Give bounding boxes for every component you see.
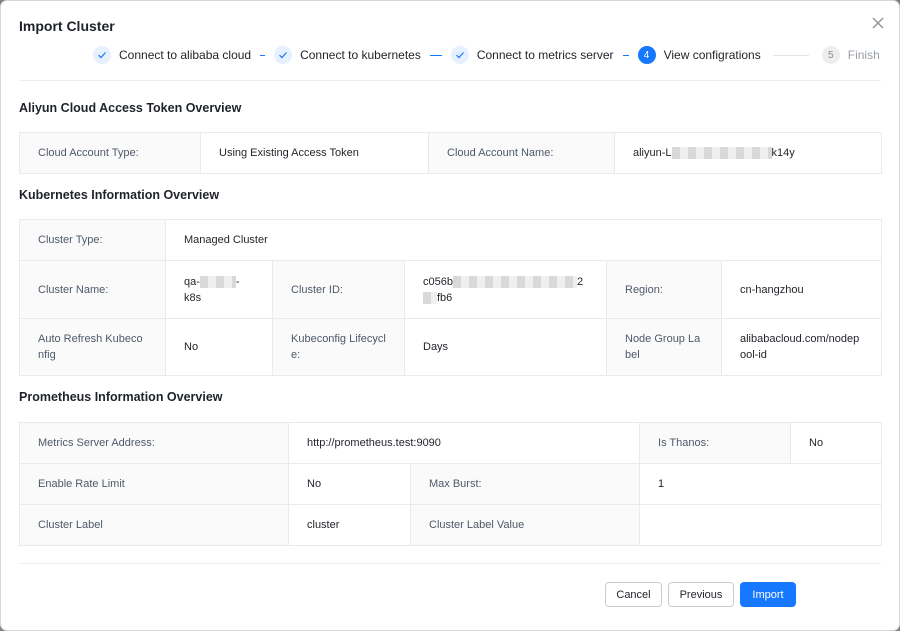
check-icon bbox=[450, 46, 469, 64]
check-icon bbox=[274, 46, 293, 64]
previous-button[interactable]: Previous bbox=[668, 582, 734, 607]
step-label: Connect to metrics server bbox=[476, 48, 614, 62]
cloud-account-type-label: Cloud Account Type: bbox=[19, 132, 201, 174]
redacted-mask bbox=[452, 275, 577, 288]
cluster-id-prefix: c056b bbox=[423, 275, 453, 288]
account-name-prefix: aliyun-L bbox=[633, 147, 672, 159]
auto-refresh-kubeconfig-label: Auto Refresh Kubeconfig bbox=[19, 318, 166, 376]
import-button[interactable]: Import bbox=[740, 582, 796, 607]
aliyun-info-table: Cloud Account Type: Using Existing Acces… bbox=[19, 132, 882, 174]
step-connector bbox=[772, 54, 809, 56]
cluster-id-value: c056b 2 fb6 bbox=[404, 260, 607, 319]
step-label: View configrations bbox=[663, 48, 761, 62]
prometheus-info-table: Metrics Server Address: http://prometheu… bbox=[19, 422, 883, 546]
import-cluster-dialog: Import Cluster Connect to alibaba cloud … bbox=[1, 1, 899, 630]
step-connector bbox=[622, 54, 629, 56]
step-connector bbox=[429, 54, 442, 56]
dialog-title: Import Cluster bbox=[19, 18, 115, 34]
cluster-id-suffix: fb6 bbox=[437, 291, 453, 304]
cloud-account-name-value: aliyun-L k14y bbox=[614, 132, 882, 174]
close-icon[interactable] bbox=[870, 15, 886, 31]
cluster-id-mid: 2 bbox=[576, 275, 584, 288]
cluster-name-mid: - bbox=[235, 275, 240, 288]
step-label: Connect to alibaba cloud bbox=[119, 48, 252, 62]
redacted-mask bbox=[199, 275, 236, 288]
metrics-server-address-label: Metrics Server Address: bbox=[19, 422, 289, 464]
cluster-name-value: qa- - k8s bbox=[165, 260, 273, 319]
region-value: cn-hangzhou bbox=[721, 260, 882, 319]
is-thanos-value: No bbox=[790, 422, 883, 464]
header-divider bbox=[19, 80, 881, 81]
cancel-button[interactable]: Cancel bbox=[605, 582, 662, 607]
cluster-label-value-value bbox=[639, 504, 883, 546]
cluster-name-label: Cluster Name: bbox=[19, 260, 166, 319]
aliyun-section-title: Aliyun Cloud Access Token Overview bbox=[19, 101, 242, 115]
redacted-mask bbox=[423, 291, 437, 304]
auto-refresh-kubeconfig-value: No bbox=[165, 318, 273, 376]
metrics-server-address-value: http://prometheus.test:9090 bbox=[287, 422, 641, 464]
max-burst-label: Max Burst: bbox=[409, 463, 641, 505]
step-connect-metrics-server: Connect to metrics server bbox=[450, 46, 614, 64]
step-view-configurations: 4 View configrations bbox=[637, 46, 761, 64]
kubernetes-info-table: Cluster Type: Managed Cluster Cluster Na… bbox=[19, 219, 882, 376]
cluster-name-prefix: qa- bbox=[184, 275, 200, 288]
step-label: Finish bbox=[847, 48, 880, 62]
cluster-label-label: Cluster Label bbox=[19, 504, 289, 546]
kubernetes-section-title: Kubernetes Information Overview bbox=[19, 188, 220, 202]
max-burst-value: 1 bbox=[639, 463, 883, 505]
check-icon bbox=[93, 46, 111, 64]
cluster-name-suffix: k8s bbox=[184, 291, 202, 304]
cluster-id-label: Cluster ID: bbox=[272, 260, 405, 319]
step-connect-kubernetes: Connect to kubernetes bbox=[274, 46, 421, 64]
steps-progress: Connect to alibaba cloud Connect to kube… bbox=[93, 45, 880, 65]
node-group-label-value: alibabacloud.com/nodepool-id bbox=[721, 318, 882, 376]
redacted-mask bbox=[671, 147, 772, 160]
step-number: 4 bbox=[637, 46, 656, 64]
kubeconfig-lifecycle-label: Kubeconfig Lifecycle: bbox=[272, 318, 405, 376]
cluster-label-value: cluster bbox=[288, 504, 411, 546]
enable-rate-limit-label: Enable Rate Limit bbox=[19, 463, 289, 505]
cluster-label-value-label: Cluster Label Value bbox=[409, 504, 641, 546]
account-name-suffix: k14y bbox=[771, 147, 795, 159]
step-label: Connect to kubernetes bbox=[300, 48, 421, 62]
cloud-account-type-value: Using Existing Access Token bbox=[200, 132, 429, 174]
step-finish: 5 Finish bbox=[821, 46, 880, 64]
step-number: 5 bbox=[821, 46, 840, 64]
step-connector bbox=[260, 54, 266, 56]
prometheus-section-title: Prometheus Information Overview bbox=[19, 390, 223, 404]
is-thanos-label: Is Thanos: bbox=[639, 422, 792, 464]
cluster-type-label: Cluster Type: bbox=[19, 219, 166, 261]
step-connect-alibaba-cloud: Connect to alibaba cloud bbox=[93, 46, 251, 64]
region-label: Region: bbox=[606, 260, 722, 319]
footer-divider bbox=[19, 563, 881, 564]
cloud-account-name-label: Cloud Account Name: bbox=[428, 132, 615, 174]
cluster-type-value: Managed Cluster bbox=[165, 219, 882, 261]
enable-rate-limit-value: No bbox=[288, 463, 411, 505]
kubeconfig-lifecycle-value: Days bbox=[404, 318, 607, 376]
node-group-label-label: Node Group Label bbox=[606, 318, 722, 376]
